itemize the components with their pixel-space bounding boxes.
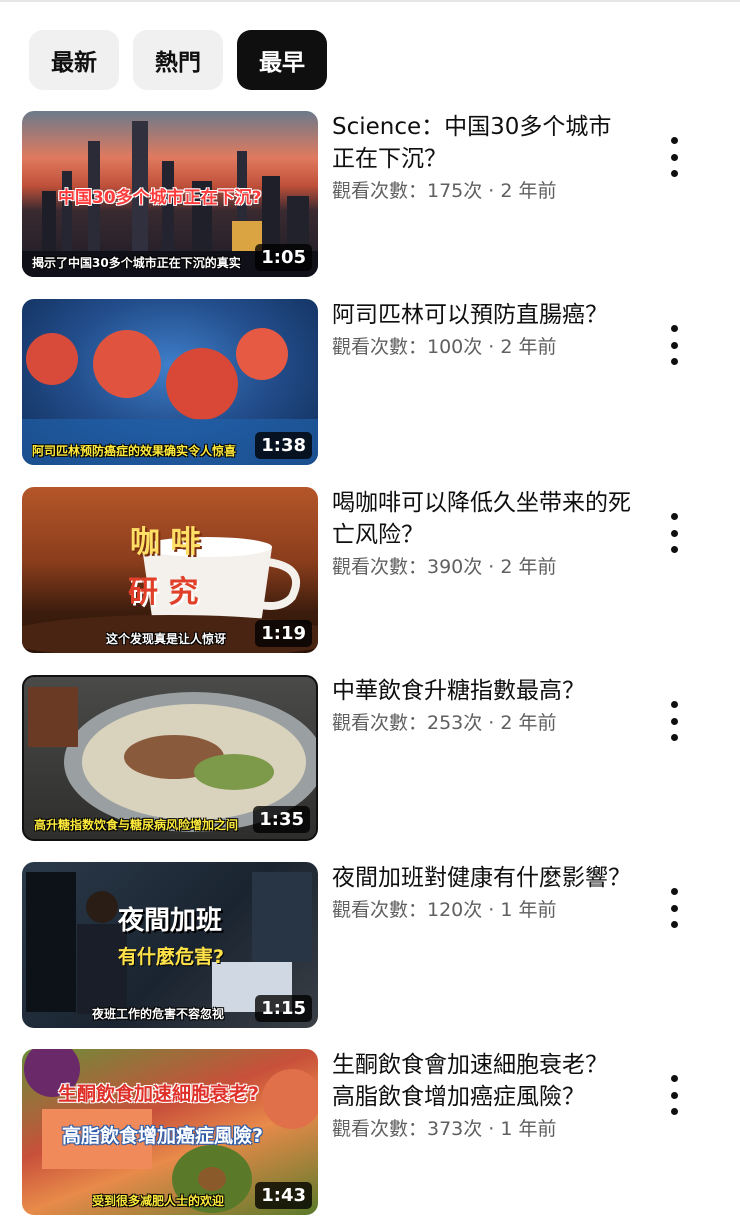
video-duration: 1:38: [255, 432, 312, 459]
video-info: 阿司匹林可以預防直腸癌？ 觀看次數：100次 · 2 年前: [332, 299, 632, 361]
more-options-icon[interactable]: [662, 325, 686, 365]
video-title[interactable]: 夜間加班對健康有什麼影響？: [332, 862, 632, 894]
video-duration: 1:43: [255, 1182, 312, 1209]
video-thumbnail[interactable]: 阿司匹林预防癌症的效果确实令人惊喜 1:38: [22, 299, 318, 465]
video-duration: 1:05: [255, 244, 312, 271]
thumbnail-caption: 揭示了中国30多个城市正在下沉的真实: [32, 256, 241, 270]
video-info: 喝咖啡可以降低久坐带来的死亡风险？ 觀看次數：390次 · 2 年前: [332, 487, 632, 581]
video-title[interactable]: 生酮飲食會加速細胞衰老？ 高脂飲食增加癌症風險？: [332, 1049, 632, 1113]
video-title[interactable]: 阿司匹林可以預防直腸癌？: [332, 299, 632, 331]
more-options-icon[interactable]: [662, 137, 686, 177]
more-options-icon[interactable]: [662, 1075, 686, 1115]
thumbnail-caption: 阿司匹林预防癌症的效果确实令人惊喜: [32, 444, 237, 458]
video-duration: 1:15: [255, 995, 312, 1022]
thumbnail-caption: 受到很多减肥人士的欢迎: [92, 1194, 225, 1208]
video-title[interactable]: Science：中国30多个城市正在下沉？: [332, 111, 632, 175]
video-title[interactable]: 中華飲食升糖指數最高？: [332, 675, 632, 707]
thumbnail-caption: 夜班工作的危害不容忽视: [92, 1007, 225, 1021]
top-divider: [0, 0, 740, 2]
video-thumbnail[interactable]: 生酮飲食加速細胞衰老? 高脂飲食增加癌症風險? 受到很多减肥人士的欢迎 1:43: [22, 1049, 318, 1215]
video-item[interactable]: 夜間加班 有什麼危害? 夜班工作的危害不容忽视 1:15 夜間加班對健康有什麼影…: [22, 862, 722, 1032]
video-thumbnail[interactable]: 夜間加班 有什麼危害? 夜班工作的危害不容忽视 1:15: [22, 862, 318, 1028]
video-duration: 1:35: [253, 806, 310, 833]
video-thumbnail[interactable]: 咖 啡 研 究 这个发现真是让人惊讶 1:19: [22, 487, 318, 653]
chip-popular[interactable]: 熱門: [133, 30, 223, 90]
video-meta: 觀看次數：390次 · 2 年前: [332, 556, 557, 578]
thumbnail-title: 生酮飲食加速細胞衰老?: [58, 1083, 260, 1105]
video-duration: 1:19: [255, 620, 312, 647]
thumbnail-title: 咖 啡: [130, 525, 201, 560]
video-item[interactable]: 咖 啡 研 究 这个发现真是让人惊讶 1:19 喝咖啡可以降低久坐带来的死亡风险…: [22, 487, 722, 657]
video-title[interactable]: 喝咖啡可以降低久坐带来的死亡风险？: [332, 487, 632, 551]
filter-chips: 最新 熱門 最早: [29, 30, 327, 90]
video-item[interactable]: 高升糖指数饮食与糖尿病风险增加之间 1:35 中華飲食升糖指數最高？ 觀看次數：…: [22, 675, 722, 845]
video-thumbnail[interactable]: 高升糖指数饮食与糖尿病风险增加之间 1:35: [22, 675, 318, 841]
video-meta: 觀看次數：253次 · 2 年前: [332, 712, 557, 734]
thumbnail-caption: 这个发现真是让人惊讶: [106, 632, 227, 646]
video-item[interactable]: 生酮飲食加速細胞衰老? 高脂飲食增加癌症風險? 受到很多减肥人士的欢迎 1:43…: [22, 1049, 722, 1219]
video-meta: 觀看次數：120次 · 1 年前: [332, 899, 557, 921]
chip-oldest[interactable]: 最早: [237, 30, 327, 90]
thumbnail-subtitle: 有什麼危害?: [118, 946, 225, 968]
video-info: Science：中国30多个城市正在下沉？ 觀看次數：175次 · 2 年前: [332, 111, 632, 205]
more-options-icon[interactable]: [662, 888, 686, 928]
video-info: 生酮飲食會加速細胞衰老？ 高脂飲食增加癌症風險？ 觀看次數：373次 · 1 年…: [332, 1049, 632, 1143]
thumbnail-title: 中国30多个城市正在下沉?: [58, 188, 262, 208]
video-info: 中華飲食升糖指數最高？ 觀看次數：253次 · 2 年前: [332, 675, 632, 737]
more-options-icon[interactable]: [662, 513, 686, 553]
video-thumbnail[interactable]: 中国30多个城市正在下沉? 揭示了中国30多个城市正在下沉的真实 1:05: [22, 111, 318, 277]
video-meta: 觀看次數：100次 · 2 年前: [332, 336, 557, 358]
thumbnail-subtitle: 研 究: [128, 575, 199, 610]
thumbnail-title: 夜間加班: [118, 906, 223, 936]
more-options-icon[interactable]: [662, 701, 686, 741]
video-info: 夜間加班對健康有什麼影響？ 觀看次數：120次 · 1 年前: [332, 862, 632, 924]
thumbnail-subtitle: 高脂飲食增加癌症風險?: [62, 1125, 264, 1147]
chip-latest[interactable]: 最新: [29, 30, 119, 90]
thumbnail-caption: 高升糖指数饮食与糖尿病风险增加之间: [34, 818, 239, 832]
video-meta: 觀看次數：175次 · 2 年前: [332, 180, 557, 202]
video-item[interactable]: 中国30多个城市正在下沉? 揭示了中国30多个城市正在下沉的真实 1:05 Sc…: [22, 111, 722, 281]
video-meta: 觀看次數：373次 · 1 年前: [332, 1118, 557, 1140]
video-item[interactable]: 阿司匹林预防癌症的效果确实令人惊喜 1:38 阿司匹林可以預防直腸癌？ 觀看次數…: [22, 299, 722, 469]
